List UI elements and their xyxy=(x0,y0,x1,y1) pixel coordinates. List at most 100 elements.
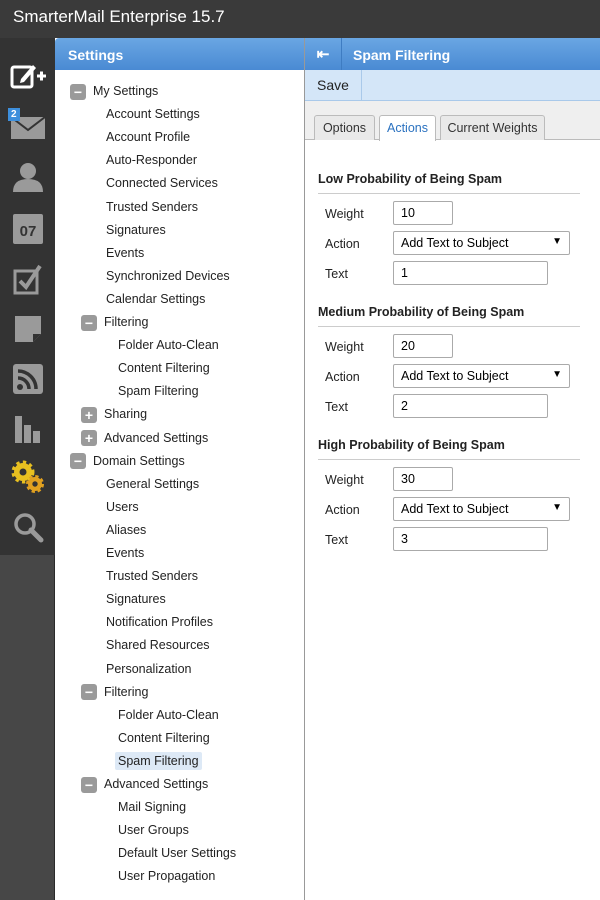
tree-item[interactable]: Account Settings xyxy=(106,103,200,126)
tree-item[interactable]: Signatures xyxy=(106,219,166,242)
tree-item[interactable]: Default User Settings xyxy=(118,842,236,865)
tree-item[interactable]: Folder Auto-Clean xyxy=(118,334,219,357)
tree-item[interactable]: User Propagation xyxy=(118,865,215,888)
reports-icon[interactable] xyxy=(8,410,48,448)
tree-item[interactable]: Spam Filtering xyxy=(118,380,199,403)
tree-item-label: Calendar Settings xyxy=(106,291,206,306)
tab-current-weights[interactable]: Current Weights xyxy=(440,115,545,140)
dropdown-arrow-icon: ▼ xyxy=(552,502,562,513)
tab-options[interactable]: Options xyxy=(314,115,375,140)
tree-item[interactable]: + Sharing xyxy=(81,403,147,426)
tree-item[interactable]: Notification Profiles xyxy=(106,611,213,634)
tree-item[interactable]: Content Filtering xyxy=(118,727,210,750)
tree-item[interactable]: − Domain Settings xyxy=(70,450,185,473)
unread-badge: 2 xyxy=(8,108,20,121)
settings-icon[interactable] xyxy=(8,458,48,496)
notes-icon[interactable] xyxy=(8,310,48,348)
tree-item-label: Auto-Responder xyxy=(106,153,198,168)
weight-input[interactable]: 30 xyxy=(393,467,453,491)
tree-item-label: Events xyxy=(106,546,145,560)
tree-item-label: Filtering xyxy=(104,315,149,329)
text-label: Text xyxy=(325,400,348,414)
tree-item-label: Trusted Senders xyxy=(106,199,198,214)
dropdown-arrow-icon: ▼ xyxy=(552,236,562,247)
tree-item-label: User Propagation xyxy=(118,869,216,884)
tree-item[interactable]: Users xyxy=(106,496,139,519)
tree-item-label: User Groups xyxy=(118,823,189,838)
collapse-icon[interactable]: − xyxy=(81,776,97,793)
collapse-icon[interactable]: − xyxy=(70,453,86,470)
tree-item-label: Sharing xyxy=(104,407,148,422)
contacts-icon[interactable] xyxy=(8,158,48,196)
spam-filtering-panel: ⇤ Spam Filtering Save Options Actions Cu… xyxy=(305,38,600,900)
tree-item[interactable]: Folder Auto-Clean xyxy=(118,704,219,727)
action-select[interactable]: Add Text to Subject ▼ xyxy=(393,497,570,521)
action-label: Action xyxy=(325,503,360,517)
tree-item-label: Notification Profiles xyxy=(106,615,213,630)
weight-input[interactable]: 20 xyxy=(393,334,453,358)
section-heading: Medium Probability of Being Spam xyxy=(318,305,580,327)
tree-item[interactable]: Events xyxy=(106,242,144,265)
collapse-icon[interactable]: − xyxy=(81,684,97,701)
weight-input[interactable]: 10 xyxy=(393,201,453,225)
text-input[interactable]: 1 xyxy=(393,261,548,285)
tree-item[interactable]: Mail Signing xyxy=(118,796,186,819)
tree-item[interactable]: Events xyxy=(106,542,144,565)
tree-item[interactable]: Spam Filtering xyxy=(115,750,202,773)
tree-item-label: Shared Resources xyxy=(106,638,210,653)
tree-item[interactable]: Shared Resources xyxy=(106,634,210,657)
tasks-icon[interactable] xyxy=(8,260,48,298)
action-value: Add Text to Subject xyxy=(401,502,509,516)
action-label: Action xyxy=(325,237,360,251)
search-icon[interactable] xyxy=(8,508,48,546)
action-select[interactable]: Add Text to Subject ▼ xyxy=(393,364,570,388)
tree-item[interactable]: Trusted Senders xyxy=(106,196,198,219)
tree-item[interactable]: Auto-Responder xyxy=(106,149,197,172)
expand-icon[interactable]: + xyxy=(81,407,97,424)
settings-title: Settings xyxy=(55,38,304,70)
dropdown-arrow-icon: ▼ xyxy=(552,369,562,380)
tree-item[interactable]: − My Settings xyxy=(70,80,158,103)
expand-icon[interactable]: + xyxy=(81,430,97,447)
tree-item-label: Connected Services xyxy=(106,176,218,191)
collapse-icon[interactable]: − xyxy=(70,83,86,100)
tree-item[interactable]: + Advanced Settings xyxy=(81,427,208,450)
compose-icon[interactable] xyxy=(8,58,48,96)
tree-item[interactable]: Aliases xyxy=(106,519,146,542)
tree-item-label: Signatures xyxy=(106,222,166,237)
tree-item[interactable]: Content Filtering xyxy=(118,357,210,380)
tree-item[interactable]: − Advanced Settings xyxy=(81,773,208,796)
tree-item[interactable]: Trusted Senders xyxy=(106,565,198,588)
action-label: Action xyxy=(325,370,360,384)
collapse-panel-button[interactable]: ⇤ xyxy=(305,38,342,70)
save-button[interactable]: Save xyxy=(305,70,362,100)
toolbar: Save xyxy=(305,70,600,101)
tree-item[interactable]: Personalization xyxy=(106,658,191,681)
tab-actions[interactable]: Actions xyxy=(379,115,436,141)
collapse-icon[interactable]: − xyxy=(81,314,97,331)
action-value: Add Text to Subject xyxy=(401,369,509,383)
tree-item[interactable]: Signatures xyxy=(106,588,166,611)
tree-item-label: Default User Settings xyxy=(118,846,237,861)
tree-item-label: Folder Auto-Clean xyxy=(118,707,219,722)
calendar-icon[interactable]: 07 xyxy=(8,210,48,248)
section-heading: High Probability of Being Spam xyxy=(318,438,580,460)
tree-item-label: Synchronized Devices xyxy=(106,268,230,283)
tree-item[interactable]: Account Profile xyxy=(106,126,190,149)
tree-item[interactable]: Calendar Settings xyxy=(106,288,205,311)
tree-item-label: Spam Filtering xyxy=(115,751,202,770)
section-heading: Low Probability of Being Spam xyxy=(318,172,580,194)
text-input[interactable]: 2 xyxy=(393,394,548,418)
tree-item[interactable]: Synchronized Devices xyxy=(106,265,230,288)
rss-icon[interactable] xyxy=(8,360,48,398)
tree-item[interactable]: User Groups xyxy=(118,819,189,842)
tree-item[interactable]: − Filtering xyxy=(81,681,148,704)
action-select[interactable]: Add Text to Subject ▼ xyxy=(393,231,570,255)
tree-item[interactable]: − Filtering xyxy=(81,311,148,334)
tree-item[interactable]: General Settings xyxy=(106,473,199,496)
mail-icon[interactable]: 2 xyxy=(8,108,48,146)
tree-item[interactable]: Connected Services xyxy=(106,172,218,195)
tree-item-label: Events xyxy=(106,245,145,260)
tree-item-label: Folder Auto-Clean xyxy=(118,338,219,353)
text-input[interactable]: 3 xyxy=(393,527,548,551)
